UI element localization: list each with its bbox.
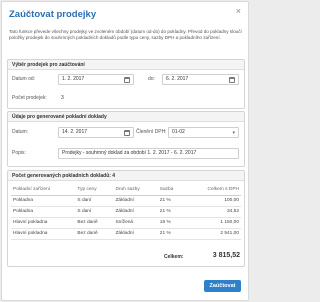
table-cell: Snížená: [113, 217, 158, 229]
column-header: Celkem s DPH: [185, 184, 241, 196]
description-label: Popis:: [12, 150, 26, 156]
table-cell: 34,52: [185, 206, 241, 218]
column-header: Pokladní zařízení: [11, 184, 76, 196]
summary-table: Pokladní zařízení Typ ceny Druh sazby Sa…: [11, 184, 241, 240]
vat-breakdown-select[interactable]: 01-02 ▾: [168, 127, 239, 138]
table-row: Pokladna S daní Základní 21 % 100,00: [11, 195, 241, 207]
summary-section: Počet generovaných pokladních dokladů: 4…: [7, 170, 245, 267]
date-to-field[interactable]: 6. 2. 2017: [162, 74, 239, 85]
total-value: 3 815,52: [212, 252, 240, 259]
table-cell: 21 %: [157, 206, 186, 218]
dialog-description: Tato funkce převede všechny prodejky ve …: [9, 29, 242, 41]
table-cell: 1 150,00: [185, 217, 241, 229]
document-details-heading: Údaje pro generované pokladní doklady: [8, 112, 244, 122]
table-cell: Bez daně: [75, 217, 114, 229]
date-to-label: do:: [148, 76, 155, 82]
table-cell: Pokladna: [11, 195, 76, 207]
receipt-count-value: 3: [61, 95, 64, 101]
column-header: Typ ceny: [75, 184, 114, 196]
selection-heading: Výběr prodejek pro zaúčtování: [8, 60, 244, 70]
table-cell: 100,00: [185, 195, 241, 207]
date-from-field[interactable]: 1. 2. 2017: [58, 74, 134, 85]
date-to-value: 6. 2. 2017: [166, 76, 189, 82]
close-icon[interactable]: ×: [236, 6, 241, 16]
date-from-label: Datum od:: [12, 76, 36, 82]
table-cell: 15 %: [157, 217, 186, 229]
description-input[interactable]: Prodejky - souhrnný doklad za období 1. …: [58, 148, 239, 159]
table-cell: Hlavní pokladna: [11, 217, 76, 229]
table-cell: 2 541,00: [185, 228, 241, 240]
description-value: Prodejky - souhrnný doklad za období 1. …: [62, 150, 197, 156]
calendar-icon[interactable]: [229, 77, 235, 83]
table-cell: S daní: [75, 195, 114, 207]
table-row: Hlavní pokladna Bez daně Základní 21 % 2…: [11, 228, 241, 240]
vat-breakdown-label: Členění DPH:: [136, 129, 167, 135]
table-cell: 21 %: [157, 228, 186, 240]
column-header: Sazba: [157, 184, 186, 196]
date-from-value: 1. 2. 2017: [62, 76, 85, 82]
vat-breakdown-value: 01-02: [172, 129, 185, 135]
table-cell: 21 %: [157, 195, 186, 207]
table-cell: S daní: [75, 206, 114, 218]
table-row: Hlavní pokladna Bez daně Snížená 15 % 1 …: [11, 217, 241, 229]
calendar-icon[interactable]: [124, 130, 130, 136]
calendar-icon[interactable]: [124, 77, 130, 83]
document-date-label: Datum:: [12, 129, 29, 135]
post-button[interactable]: Zaúčtovat: [204, 280, 241, 292]
receipt-count-label: Počet prodejek:: [12, 95, 47, 101]
table-cell: Pokladna: [11, 206, 76, 218]
document-date-field[interactable]: 14. 2. 2017: [58, 127, 134, 138]
summary-heading: Počet generovaných pokladních dokladů: 4: [8, 171, 244, 181]
document-details-section: Údaje pro generované pokladní doklady Da…: [7, 111, 245, 167]
chevron-down-icon: ▾: [232, 130, 235, 136]
table-cell: Hlavní pokladna: [11, 228, 76, 240]
table-cell: Základní: [113, 228, 158, 240]
selection-section: Výběr prodejek pro zaúčtování Datum od: …: [7, 59, 245, 109]
table-cell: Základní: [113, 206, 158, 218]
column-header: Druh sazby: [113, 184, 158, 196]
table-cell: Základní: [113, 195, 158, 207]
table-row: Pokladna S daní Základní 21 % 34,52: [11, 206, 241, 218]
dialog-title: Zaúčtovat prodejky: [9, 9, 97, 20]
document-date-value: 14. 2. 2017: [62, 129, 88, 135]
total-label: Celkem:: [164, 254, 184, 260]
table-header-row: Pokladní zařízení Typ ceny Druh sazby Sa…: [11, 184, 241, 196]
table-cell: Bez daně: [75, 228, 114, 240]
post-receipts-dialog: × Zaúčtovat prodejky Tato funkce převede…: [1, 1, 249, 301]
